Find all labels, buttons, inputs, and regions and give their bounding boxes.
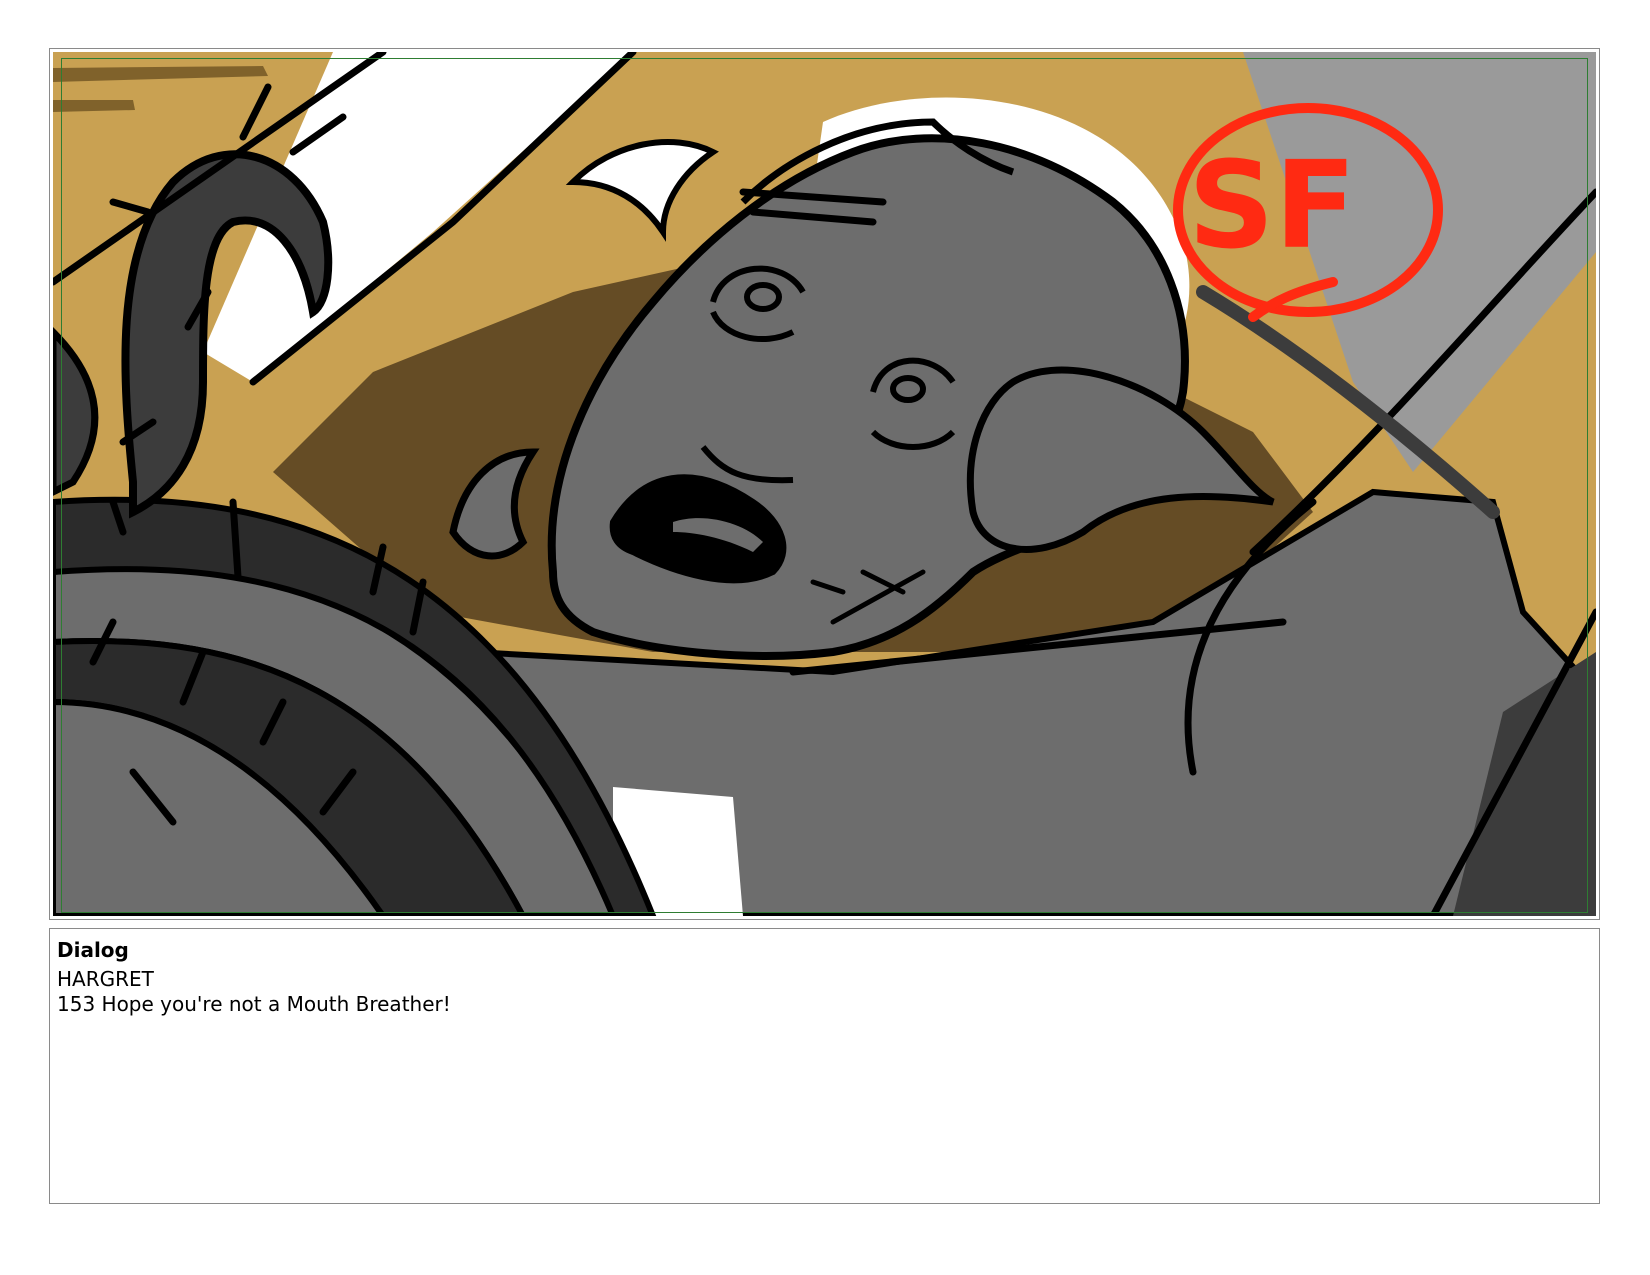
dialog-text: 153 Hope you're not a Mouth Breather! [57, 992, 451, 1016]
dialog-heading: Dialog [57, 938, 129, 962]
dialog-box: Dialog HARGRET 153 Hope you're not a Mou… [49, 928, 1600, 1204]
panel-illustration: SF [53, 52, 1596, 916]
watermark-text: SF [1188, 137, 1356, 276]
storyboard-panel: SF [49, 48, 1600, 920]
dialog-speaker: HARGRET [57, 967, 154, 991]
brush-stroke [53, 100, 135, 112]
